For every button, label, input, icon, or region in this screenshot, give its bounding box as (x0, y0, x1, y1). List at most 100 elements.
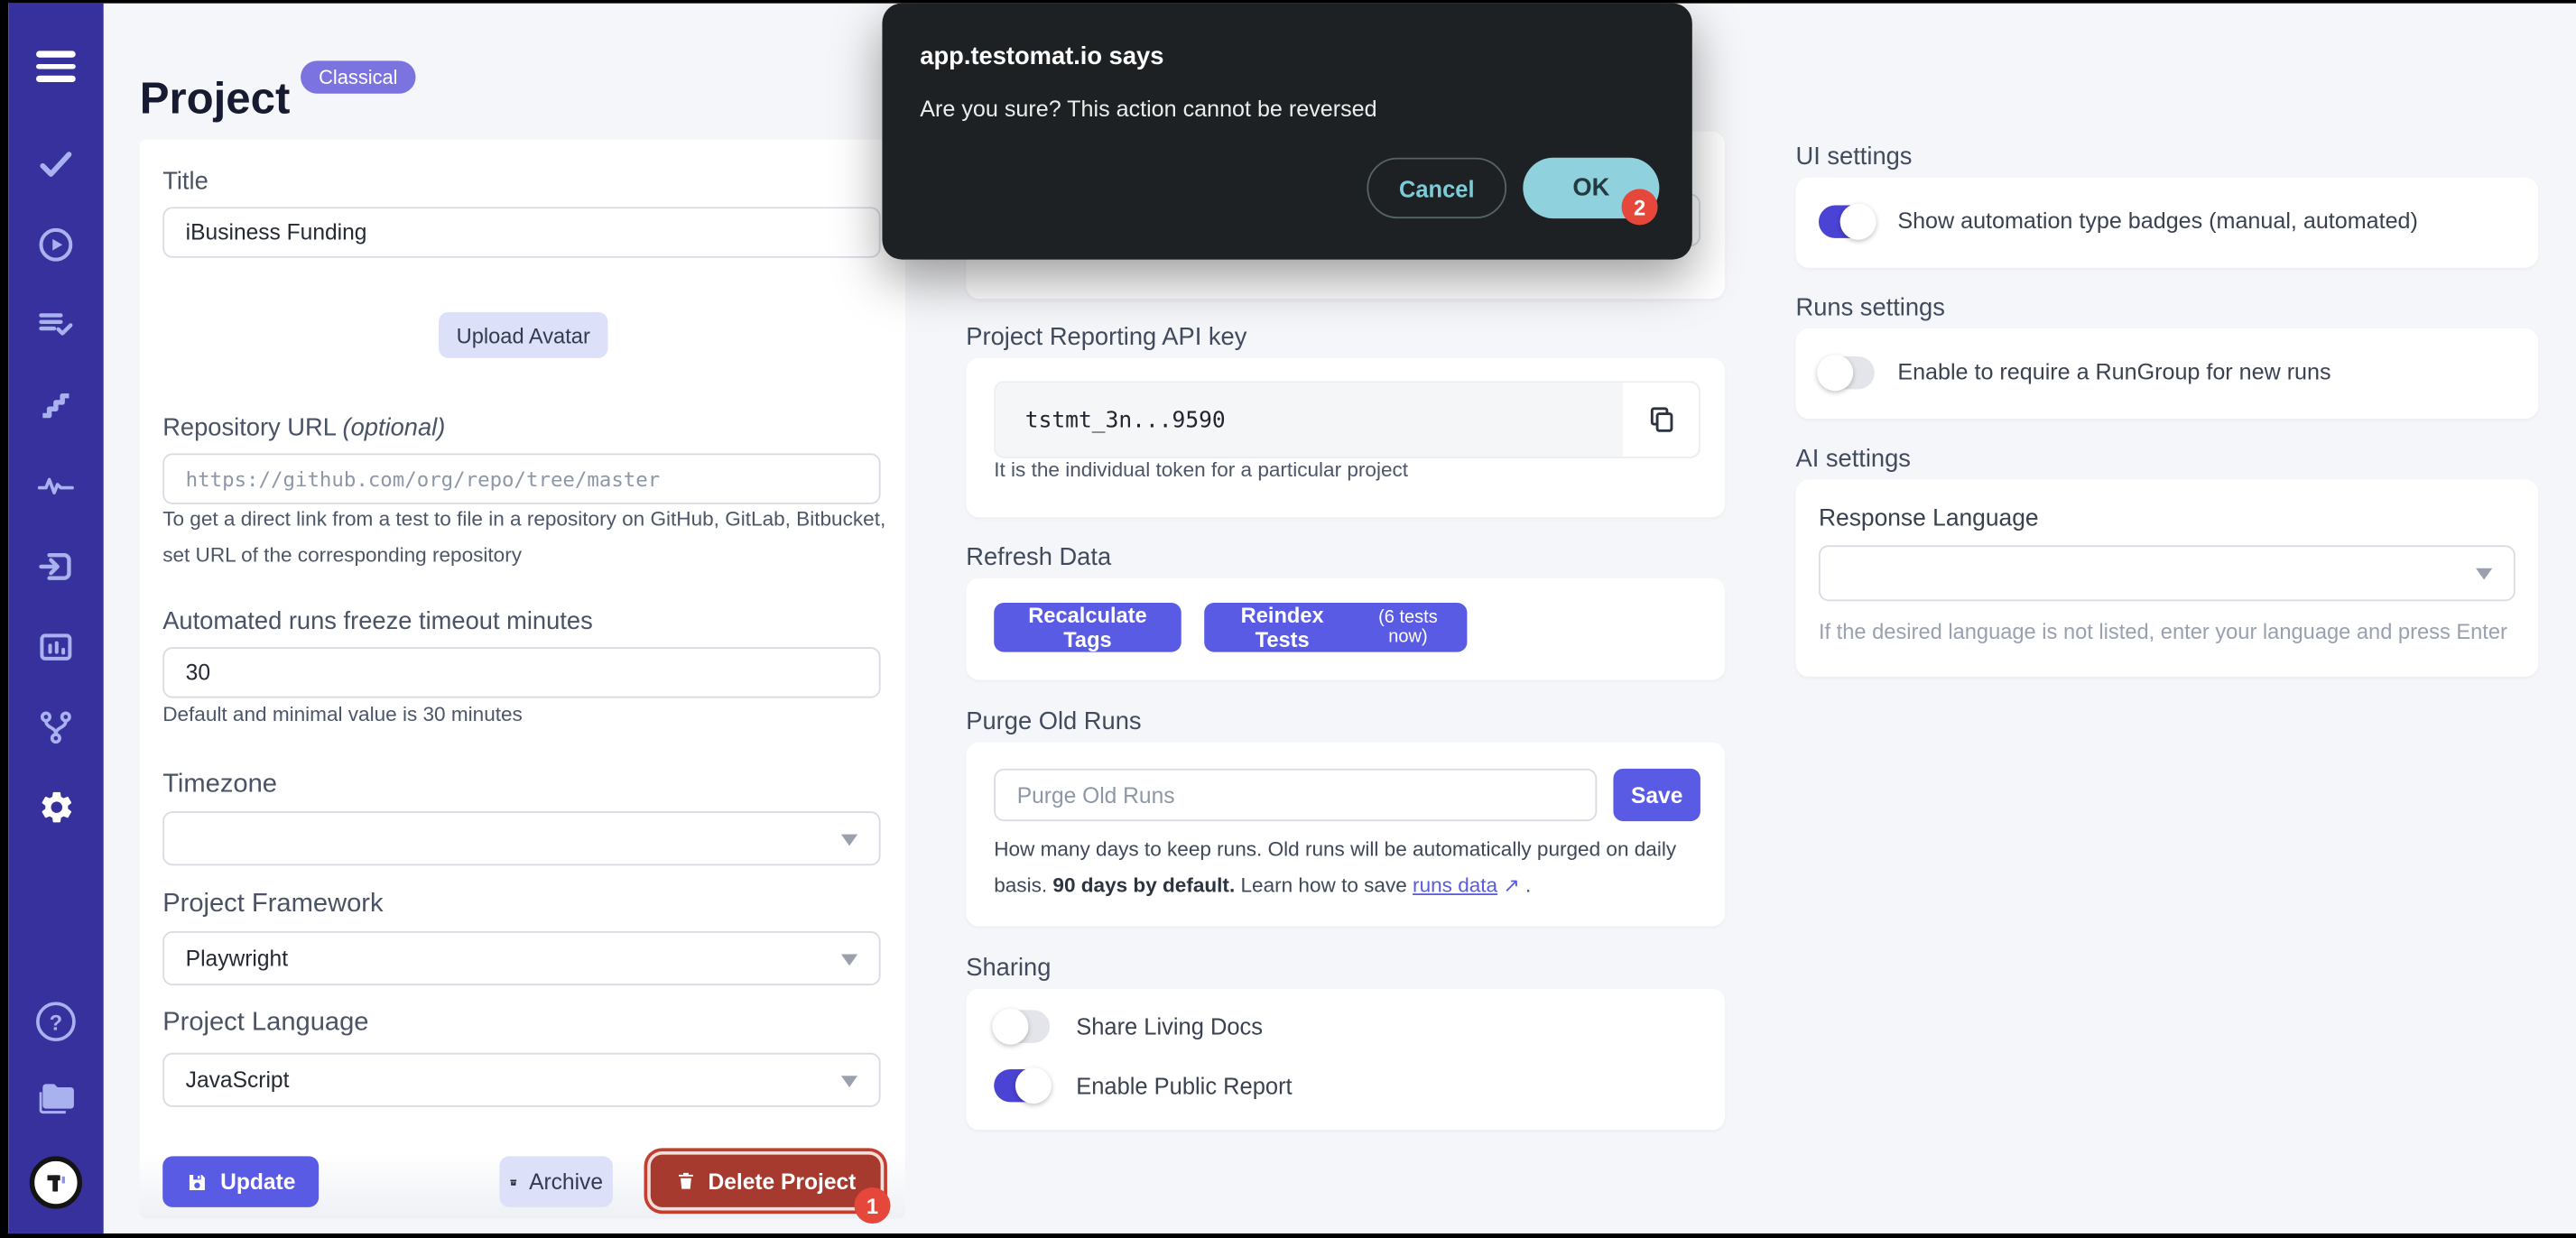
save-button[interactable]: Save (1613, 768, 1700, 822)
repository-url-label-text: Repository URL (162, 413, 336, 442)
repository-url-help: To get a direct link from a test to file… (162, 507, 886, 567)
freeze-timeout-label: Automated runs freeze timeout minutes (162, 607, 593, 636)
external-link-icon: ↗ (1503, 873, 1520, 896)
sidebar-item-results[interactable] (8, 306, 104, 346)
git-branch-icon (40, 711, 71, 744)
response-language-label: Response Language (1818, 505, 2039, 532)
purge-old-runs-label: Purge Old Runs (966, 707, 1142, 736)
freeze-timeout-help: Default and minimal value is 30 minutes (162, 703, 523, 726)
folder-icon (39, 1084, 74, 1114)
enable-public-report-toggle[interactable] (994, 1067, 1052, 1104)
chevron-down-icon (2476, 568, 2493, 580)
framework-select[interactable]: Playwright (162, 931, 881, 986)
language-select[interactable]: JavaScript (162, 1052, 881, 1107)
purge-help-bold: 90 days by default. (1052, 873, 1236, 896)
dialog-message: Are you sure? This action cannot be reve… (920, 97, 1377, 122)
testomat-project-settings-page: ? Project Classical Title Upload Avatar … (8, 3, 2576, 1233)
cancel-button[interactable]: Cancel (1367, 157, 1507, 219)
sidebar-item-logo[interactable] (8, 1156, 104, 1209)
sidebar-item-steps[interactable] (8, 386, 104, 426)
list-check-icon (39, 313, 73, 336)
reindex-count-note: (6 tests now) (1378, 607, 1438, 648)
upload-avatar-button[interactable]: Upload Avatar (438, 311, 608, 358)
menu-button[interactable] (8, 51, 104, 82)
sidebar-item-analytics[interactable] (8, 467, 104, 506)
api-key-help: It is the individual token for a particu… (994, 457, 1409, 482)
confirm-dialog: app.testomat.io says Are you sure? This … (882, 3, 1692, 260)
chevron-down-icon (840, 1075, 858, 1087)
copy-button[interactable] (1623, 383, 1700, 457)
annotation-badge-2: 2 (1621, 189, 1658, 226)
archive-button-label: Archive (529, 1169, 604, 1195)
testomat-logo-icon (29, 1156, 83, 1209)
bar-chart-icon (40, 633, 72, 661)
archive-icon (510, 1178, 517, 1185)
reindex-tests-button[interactable]: Reindex Tests (6 tests now) (1204, 603, 1468, 652)
sidebar: ? (8, 3, 104, 1233)
purge-input[interactable] (994, 768, 1598, 822)
framework-label: Project Framework (162, 890, 384, 919)
trash-icon (678, 1172, 693, 1189)
title-input[interactable] (162, 207, 881, 258)
rungroup-label: Enable to require a RunGroup for new run… (1897, 359, 2331, 384)
sidebar-item-reports[interactable] (8, 627, 104, 667)
delete-project-button[interactable]: Delete Project 1 (650, 1154, 891, 1224)
check-icon (40, 152, 72, 177)
pulse-icon (37, 477, 74, 494)
response-language-select[interactable] (1818, 545, 2516, 602)
title-label: Title (162, 167, 208, 196)
language-label: Project Language (162, 1008, 369, 1037)
show-badges-toggle[interactable] (1818, 203, 1876, 240)
purge-help: How many days to keep runs. Old runs wil… (994, 833, 1691, 903)
timezone-select[interactable] (162, 811, 881, 866)
sidebar-item-projects[interactable] (8, 1079, 104, 1119)
stairs-icon (42, 393, 69, 419)
enable-public-report-label: Enable Public Report (1076, 1072, 1293, 1099)
ui-settings-label: UI settings (1795, 143, 1913, 171)
sidebar-item-branches[interactable] (8, 708, 104, 748)
help-icon: ? (36, 1002, 76, 1042)
ai-settings-label: AI settings (1795, 445, 1911, 474)
repository-url-label: Repository URL (optional) (162, 414, 445, 442)
api-key-field: tstmt_3n...9590 (994, 381, 1700, 458)
project-type-badge: Classical (301, 60, 416, 94)
purge-help-learn: Learn how to save (1235, 873, 1413, 896)
archive-button[interactable]: Archive (499, 1156, 613, 1207)
play-circle-icon (39, 227, 73, 262)
gear-icon (41, 791, 71, 823)
hamburger-icon (36, 51, 76, 82)
refresh-data-label: Refresh Data (966, 543, 1112, 572)
runs-data-link[interactable]: runs data (1413, 873, 1497, 895)
repository-url-optional-text: (optional) (342, 413, 446, 442)
recalculate-tags-button[interactable]: Recalculate Tags (994, 603, 1181, 652)
sharing-label: Sharing (966, 954, 1052, 983)
dialog-title: app.testomat.io says (920, 42, 1164, 71)
app-viewport: ? Project Classical Title Upload Avatar … (0, 0, 2576, 1238)
sidebar-item-settings[interactable] (8, 789, 104, 827)
sidebar-item-runs[interactable] (8, 225, 104, 264)
save-icon (190, 1174, 206, 1190)
chevron-down-icon (840, 833, 858, 845)
freeze-timeout-input[interactable] (162, 647, 881, 698)
api-key-label: Project Reporting API key (966, 323, 1247, 352)
update-button[interactable]: Update (162, 1156, 320, 1207)
share-living-docs-toggle[interactable] (992, 1008, 1051, 1045)
annotation-badge-1: 1 (854, 1187, 891, 1224)
delete-button-label: Delete Project (708, 1169, 857, 1194)
sidebar-item-help[interactable]: ? (8, 1002, 104, 1042)
language-value: JavaScript (185, 1067, 290, 1093)
sidebar-item-tests[interactable] (8, 144, 104, 184)
repository-url-input[interactable] (162, 453, 881, 504)
api-key-value: tstmt_3n...9590 (1024, 406, 1226, 433)
copy-icon (1649, 407, 1673, 432)
sidebar-item-import[interactable] (8, 547, 104, 587)
show-badges-label: Show automation type badges (manual, aut… (1897, 208, 2418, 234)
reindex-button-label: Reindex Tests (1240, 603, 1324, 652)
response-language-help: If the desired language is not listed, e… (1818, 619, 2507, 644)
share-living-docs-label: Share Living Docs (1076, 1013, 1264, 1040)
purge-help-end: . (1519, 873, 1532, 896)
sharing-card (966, 988, 1726, 1131)
page-title: Project (139, 74, 291, 124)
timezone-label: Timezone (162, 770, 277, 799)
rungroup-toggle[interactable] (1817, 355, 1875, 392)
